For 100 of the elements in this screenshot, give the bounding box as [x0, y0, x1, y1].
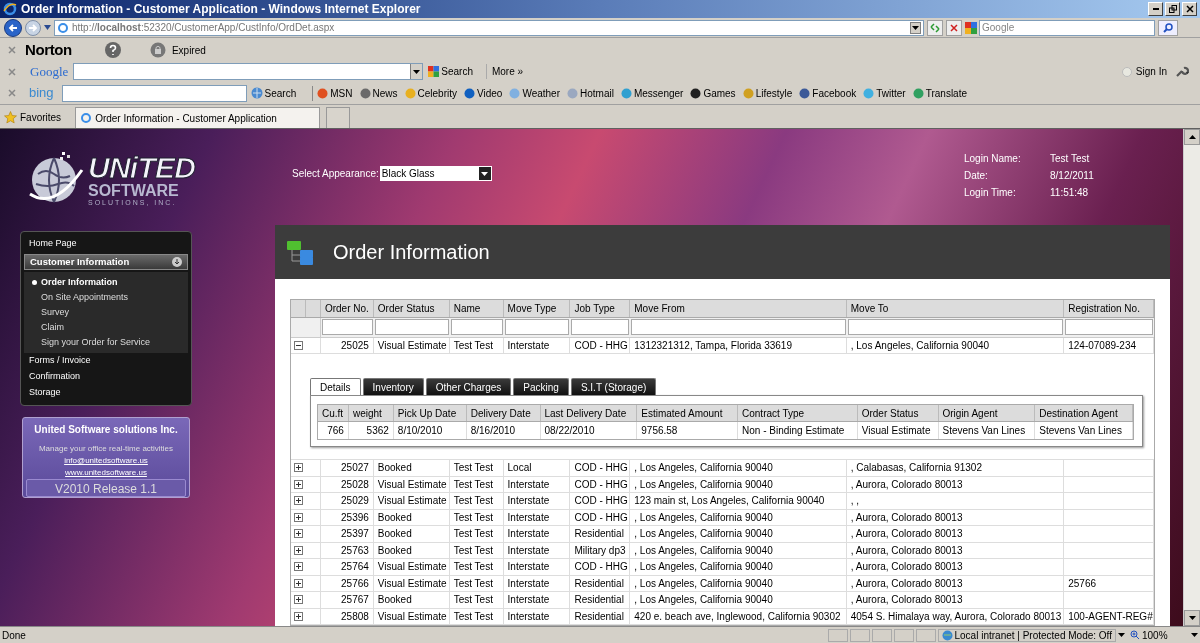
column-header[interactable]: Cu.ft: [318, 405, 349, 421]
sidebar-subitem[interactable]: On Site Appointments: [24, 290, 188, 305]
toolbar-link[interactable]: Facebook: [799, 85, 857, 101]
column-header[interactable]: Order No.: [320, 299, 374, 317]
promo-link[interactable]: info@unitedsoftware.us: [64, 455, 148, 467]
column-header[interactable]: Destination Agent: [1035, 405, 1133, 421]
close-icon: [950, 23, 958, 32]
filter-field[interactable]: [504, 319, 570, 335]
column-header[interactable]: Job Type: [570, 299, 631, 317]
column-header[interactable]: Move From: [630, 299, 847, 317]
toolbar-link[interactable]: MSN: [317, 85, 353, 101]
column-header[interactable]: Pick Up Date: [393, 405, 467, 421]
toolbar-link[interactable]: Hotmail: [567, 85, 614, 101]
sign-in-link[interactable]: Sign In: [1135, 64, 1167, 79]
filter-field[interactable]: [374, 319, 449, 335]
google-search-field[interactable]: [73, 63, 424, 80]
dot-icon: [464, 87, 475, 99]
detail-tab[interactable]: Inventory: [362, 378, 424, 395]
column-header[interactable]: Estimated Amount: [637, 405, 738, 421]
norton-brand[interactable]: Norton: [25, 38, 72, 62]
sidebar-subitem[interactable]: Claim: [24, 320, 188, 335]
sidebar-group-header[interactable]: Customer Information: [24, 254, 188, 270]
detail-tab[interactable]: Other Charges: [425, 378, 512, 395]
table-cell: 25766: [1064, 575, 1154, 591]
filter-field[interactable]: [847, 319, 1064, 335]
sidebar-subitem[interactable]: Survey: [24, 305, 188, 320]
detail-tab[interactable]: S.I.T (Storage): [570, 378, 657, 395]
zoom-control[interactable]: 100%: [1127, 628, 1189, 642]
security-zone[interactable]: Local intranet | Protected Mode: Off: [937, 628, 1116, 642]
sidebar-subitem[interactable]: Order Information: [24, 275, 188, 290]
browser-tab[interactable]: Order Information - Customer Application: [75, 107, 321, 128]
sidebar-item[interactable]: Confirmation: [21, 369, 191, 385]
bing-search-button[interactable]: Search: [250, 85, 297, 101]
window-title: Order Information - Customer Application - Windows Internet Explorer: [21, 1, 421, 18]
column-header[interactable]: Move Type: [503, 299, 571, 317]
filter-field[interactable]: [321, 319, 373, 335]
appearance-select[interactable]: Black Glass: [379, 166, 492, 181]
toolbar-link[interactable]: News: [359, 85, 398, 101]
close-button[interactable]: [1182, 2, 1197, 16]
toolbar-link[interactable]: Celebrity: [404, 85, 457, 101]
refresh-button[interactable]: [927, 19, 943, 36]
favorites-button[interactable]: Favorites: [4, 107, 62, 128]
column-header[interactable]: Order Status: [857, 405, 939, 421]
toolbar-link[interactable]: Video: [464, 85, 503, 101]
google-search-button[interactable]: Search: [428, 64, 473, 79]
sidebar-item[interactable]: Storage: [21, 385, 191, 401]
toolbar-link[interactable]: Translate: [912, 85, 967, 101]
toolbar-link[interactable]: Games: [690, 85, 736, 101]
address-field[interactable]: http://localhost:52320/CustomerApp/CustInfo/OrdDet.aspx: [54, 19, 924, 36]
expand-icon[interactable]: [294, 562, 303, 572]
table-cell: 8/10/2010: [393, 422, 467, 439]
column-header[interactable]: Order Status: [373, 299, 450, 317]
sidebar-subitem[interactable]: Sign your Order for Service: [24, 335, 188, 350]
expand-icon[interactable]: [294, 529, 303, 539]
minimize-button[interactable]: [1148, 2, 1163, 16]
expand-icon[interactable]: [294, 496, 303, 506]
restore-button[interactable]: [1165, 2, 1180, 16]
toolbar-link[interactable]: Twitter: [863, 85, 906, 101]
stop-button[interactable]: [946, 19, 962, 36]
toolbar-link[interactable]: Lifestyle: [742, 85, 793, 101]
filter-field[interactable]: [1065, 319, 1153, 335]
column-header[interactable]: Origin Agent: [938, 405, 1036, 421]
filter-field[interactable]: [450, 319, 503, 335]
expand-icon[interactable]: [294, 479, 303, 489]
collapse-icon[interactable]: [294, 340, 303, 350]
promo-link[interactable]: www.unitedsoftware.us: [65, 467, 147, 479]
expand-icon[interactable]: [294, 578, 303, 588]
table-cell: , Los Angeles, California 90040: [630, 476, 847, 492]
bing-search-field[interactable]: [61, 84, 247, 102]
filter-field[interactable]: [631, 319, 846, 335]
detail-tab[interactable]: Packing: [513, 378, 569, 395]
expand-icon[interactable]: [294, 595, 303, 605]
appearance-label: Select Appearance:: [292, 167, 379, 181]
expand-icon[interactable]: [294, 545, 303, 555]
column-header[interactable]: Move To: [846, 299, 1065, 317]
expired-status[interactable]: Expired: [171, 42, 206, 58]
table-cell: 124-07089-234: [1064, 337, 1154, 353]
toolbar-link[interactable]: Messenger: [620, 85, 684, 101]
scrollbar[interactable]: [1183, 129, 1200, 626]
more-button[interactable]: More »: [485, 64, 524, 79]
expand-icon[interactable]: [294, 611, 303, 621]
sidebar-item[interactable]: Home Page: [21, 236, 191, 252]
column-header[interactable]: Delivery Date: [466, 405, 541, 421]
detail-tab[interactable]: Details: [310, 378, 361, 395]
table-cell: , Los Angeles, California 90040: [630, 509, 847, 525]
column-header[interactable]: Name: [449, 299, 504, 317]
expand-icon[interactable]: [294, 512, 303, 522]
search-button[interactable]: [1158, 19, 1178, 36]
column-header[interactable]: Last Delivery Date: [540, 405, 638, 421]
help-icon[interactable]: [103, 41, 122, 59]
caret-icon[interactable]: [44, 25, 51, 30]
column-header[interactable]: Contract Type: [738, 405, 858, 421]
column-header[interactable]: weight: [348, 405, 394, 421]
filter-field[interactable]: [571, 319, 630, 335]
toolbar-link[interactable]: Weather: [509, 85, 560, 101]
column-header[interactable]: Registration No.: [1064, 299, 1154, 317]
sidebar-item[interactable]: Forms / Invoice: [21, 353, 191, 369]
search-field[interactable]: Google: [979, 19, 1155, 36]
back-button[interactable]: [4, 18, 22, 37]
expand-icon[interactable]: [294, 463, 303, 473]
